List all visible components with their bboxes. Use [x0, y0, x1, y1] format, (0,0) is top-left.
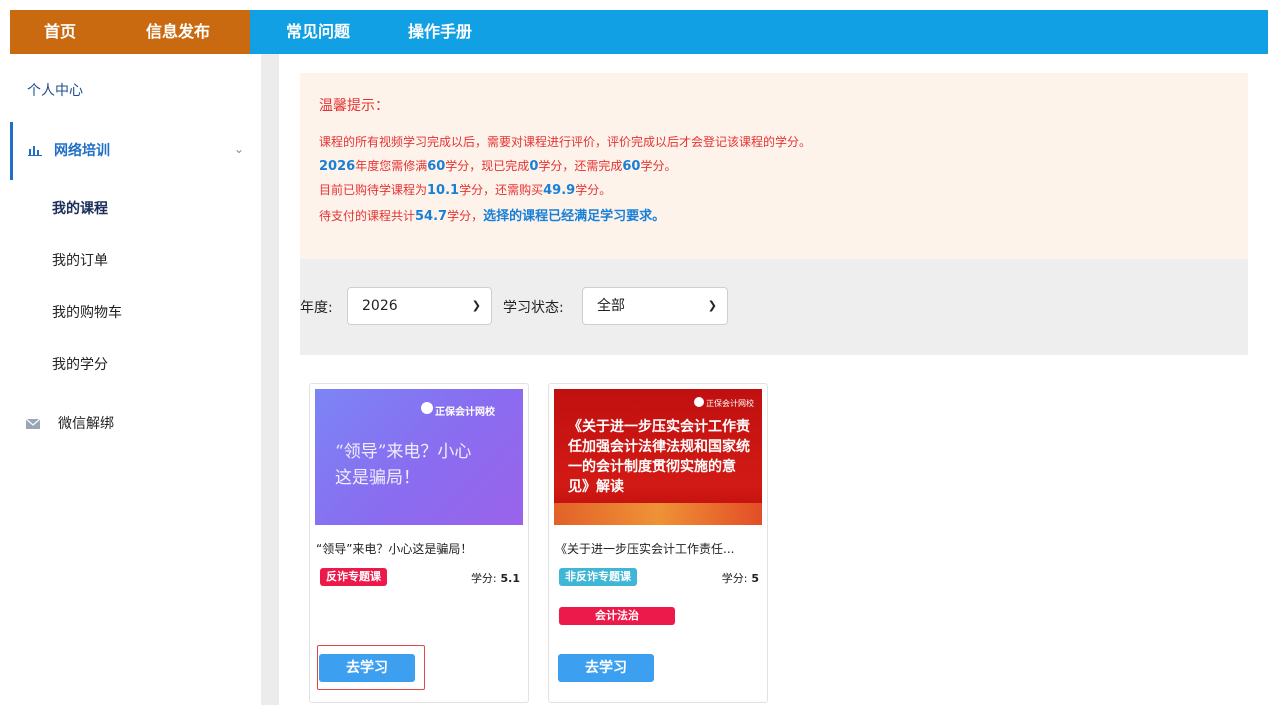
- notice-year: 2026: [319, 159, 356, 174]
- logo-icon: [694, 397, 704, 407]
- notice-text: 学分，现已完成: [445, 159, 530, 173]
- course-title[interactable]: “领导”来电？小心这是骗局！: [316, 540, 524, 557]
- chevron-down-icon: ❯: [707, 299, 717, 312]
- study-status-select-value: 全部: [597, 298, 625, 314]
- notice-title: 温馨提示：: [319, 98, 389, 114]
- notice-purchased-credits: 10.1: [427, 183, 460, 198]
- notice-text: 学分，: [447, 209, 484, 223]
- notice-text: 年度您需修满: [355, 159, 428, 173]
- course-thumbnail[interactable]: 正保会计网校 《关于进一步压实会计工作责任加强会计法律法规和国家统一的会计制度贯…: [554, 389, 762, 525]
- highlight-annotation: [317, 645, 425, 690]
- thumbnail-watermark: 正保会计网校: [435, 407, 495, 418]
- course-credit: 学分: 5: [722, 570, 759, 586]
- course-title[interactable]: 《关于进一步压实会计工作责任...: [555, 540, 763, 557]
- course-card[interactable]: 正保会计网校 《关于进一步压实会计工作责任加强会计法律法规和国家统一的会计制度贯…: [548, 383, 768, 703]
- nav-home[interactable]: 首页: [44, 10, 76, 54]
- sidebar-item-my-orders[interactable]: 我的订单: [52, 250, 108, 270]
- year-select[interactable]: 2026 ❯: [347, 287, 492, 325]
- notice-done-credits: 0: [529, 159, 539, 174]
- thumbnail-watermark: 正保会计网校: [706, 399, 754, 408]
- notice-line-3: 目前已购待学课程为10.1学分，还需购买49.9学分。: [319, 181, 611, 198]
- chevron-down-icon[interactable]: ⌄: [234, 142, 244, 156]
- credit-value: 5.1: [500, 572, 521, 585]
- sidebar-item-wechat-unbind[interactable]: 微信解绑: [10, 404, 261, 444]
- course-thumbnail[interactable]: 正保会计网校 “领导”来电？小心这是骗局！: [315, 389, 523, 525]
- thumbnail-headline: 《关于进一步压实会计工作责任加强会计法律法规和国家统一的会计制度贯彻实施的意见》…: [568, 419, 750, 495]
- filter-bar: 年度: 2026 ❯ 学习状态: 全部 ❯: [300, 259, 1248, 355]
- notice-required-credits: 60: [427, 159, 446, 174]
- notice-remaining-credits: 60: [622, 159, 641, 174]
- sidebar-item-training-label: 网络培训: [54, 143, 110, 159]
- notice-line-4: 待支付的课程共计54.7学分，选择的课程已经满足学习要求。: [319, 205, 665, 224]
- nav-faq[interactable]: 常见问题: [286, 10, 350, 54]
- notice-text: 目前已购待学课程为: [319, 183, 428, 197]
- notice-text: 学分，还需购买: [459, 183, 544, 197]
- study-status-label: 学习状态:: [503, 300, 564, 316]
- notice-needed-credits: 49.9: [543, 183, 576, 198]
- notice-text: 待支付的课程共计: [319, 209, 416, 223]
- sidebar: 个人中心 网络培训 ⌄ 我的课程 我的订单 我的购物车 我的学分 微信解绑: [10, 54, 261, 705]
- credit-label: 学分:: [470, 572, 497, 585]
- nav-publish[interactable]: 信息发布: [146, 10, 210, 54]
- notice-status: 选择的课程已经满足学习要求。: [483, 209, 666, 224]
- sidebar-item-my-cart[interactable]: 我的购物车: [52, 302, 122, 322]
- notice-pending-credits: 54.7: [415, 209, 448, 224]
- chevron-down-icon: ❯: [471, 299, 481, 312]
- notice-line-2: 2026年度您需修满60学分，现已完成0学分，还需完成60学分。: [319, 157, 676, 174]
- year-select-value: 2026: [362, 298, 398, 314]
- sidebar-header[interactable]: 个人中心: [27, 80, 83, 100]
- thumbnail-headline: “领导”来电？小心这是骗局！: [335, 442, 472, 488]
- nav-manual[interactable]: 操作手册: [408, 10, 472, 54]
- bar-chart-icon: [28, 146, 42, 156]
- notice-panel: 温馨提示： 课程的所有视频学习完成以后，需要对课程进行评价，评价完成以后才会登记…: [300, 73, 1248, 259]
- credit-value: 5: [751, 572, 759, 585]
- notice-line-1: 课程的所有视频学习完成以后，需要对课程进行评价，评价完成以后才会登记该课程的学分…: [319, 135, 812, 149]
- top-nav-bar: 首页 信息发布 常见问题 操作手册: [10, 10, 1268, 54]
- thumbnail-decoration: [554, 503, 762, 525]
- course-category-tag: 会计法治: [559, 607, 675, 625]
- notice-text: 学分，还需完成: [538, 159, 623, 173]
- study-status-select[interactable]: 全部 ❯: [582, 287, 728, 325]
- sidebar-item-my-credits[interactable]: 我的学分: [52, 354, 108, 374]
- notice-text: 学分。: [640, 159, 677, 173]
- envelope-icon: [26, 419, 40, 429]
- course-tag: 非反诈专题课: [559, 568, 637, 586]
- sidebar-item-wechat-label: 微信解绑: [58, 416, 114, 432]
- course-tag: 反诈专题课: [320, 568, 387, 586]
- course-credit: 学分: 5.1: [471, 570, 520, 586]
- sidebar-item-my-courses[interactable]: 我的课程: [52, 198, 108, 218]
- logo-icon: [421, 402, 433, 414]
- credit-label: 学分:: [721, 572, 748, 585]
- sidebar-gutter: [261, 54, 279, 705]
- year-label: 年度:: [300, 300, 333, 316]
- sidebar-item-training[interactable]: 网络培训 ⌄: [10, 122, 261, 180]
- go-study-button[interactable]: 去学习: [558, 654, 654, 682]
- notice-text: 学分。: [575, 183, 612, 197]
- active-indicator: [10, 122, 13, 180]
